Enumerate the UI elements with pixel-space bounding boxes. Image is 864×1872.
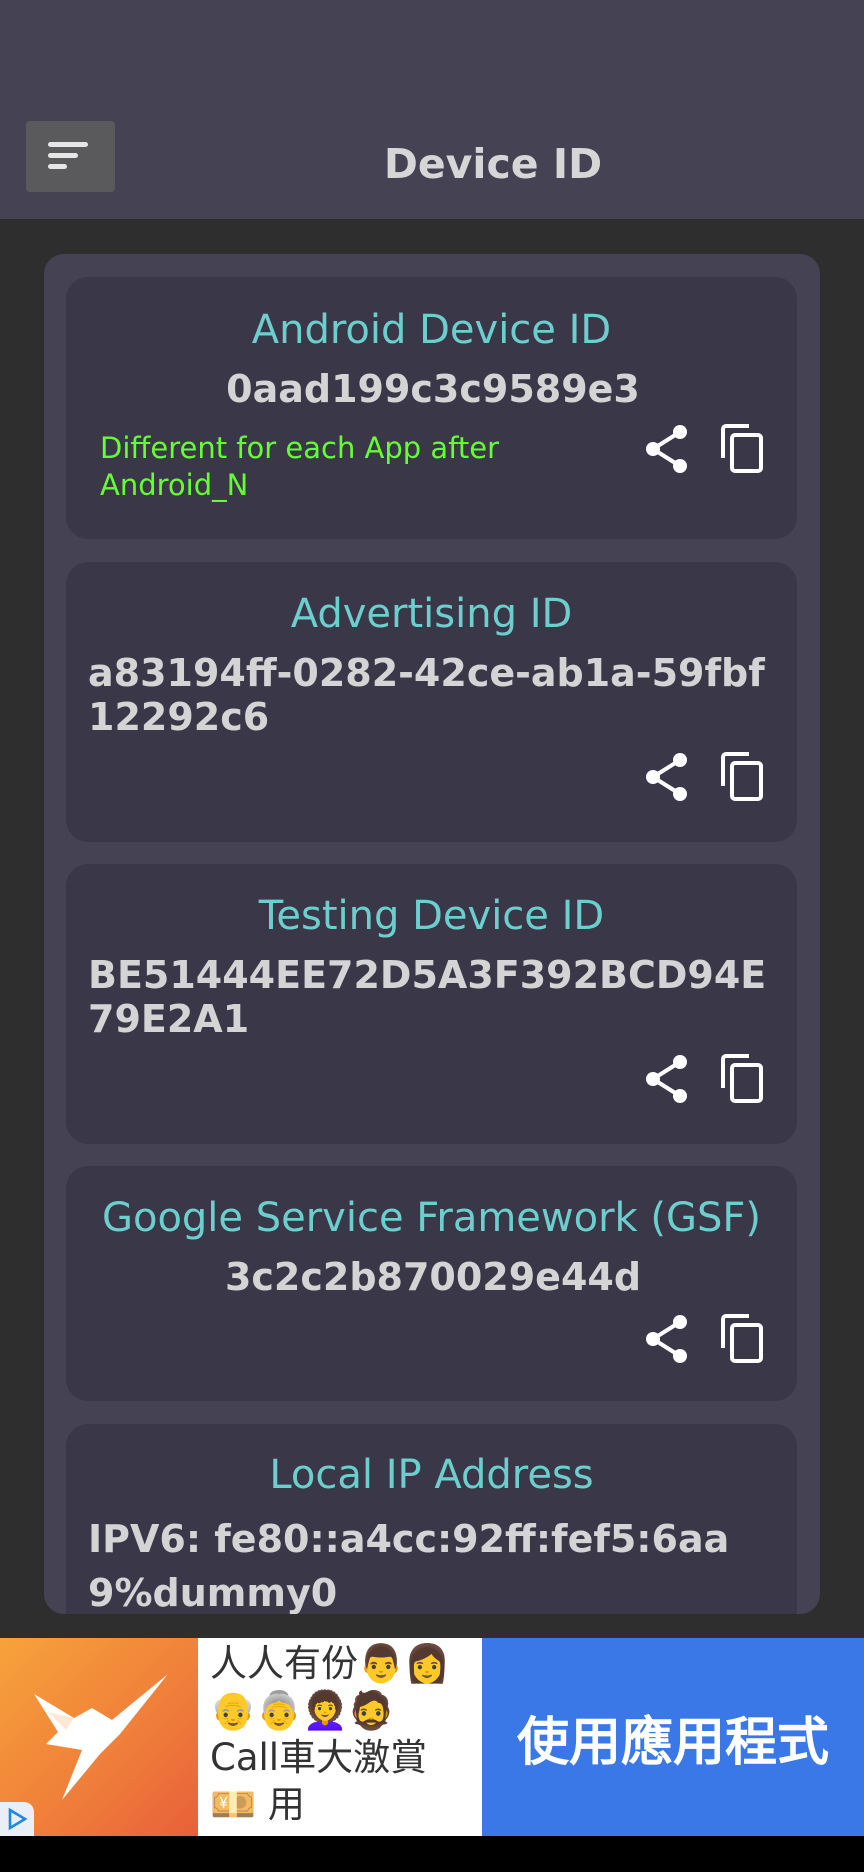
copy-icon bbox=[721, 752, 763, 801]
card-value: 0aad199c3c9589e3 bbox=[226, 367, 640, 411]
id-list[interactable]: Android Device ID 0aad199c3c9589e3 Diffe… bbox=[44, 254, 820, 1614]
copy-icon bbox=[721, 424, 763, 473]
share-button[interactable] bbox=[639, 749, 695, 805]
android-device-id-card: Android Device ID 0aad199c3c9589e3 Diffe… bbox=[66, 277, 797, 539]
ad-cta-button[interactable]: 使用應用程式 bbox=[482, 1638, 864, 1836]
card-value: IPV6: fe80::a4cc:92ff:fef5:6aa9%dummy0 bbox=[88, 1517, 730, 1614]
share-button[interactable] bbox=[639, 1311, 695, 1367]
ad-text: 人人有份👨👩👴👵👩‍🦱🧔 Call車大激賞 💴 用 bbox=[210, 1642, 451, 1826]
app-screen: Device ID Android Device ID 0aad199c3c95… bbox=[0, 0, 864, 1638]
card-value: 3c2c2b870029e44d bbox=[224, 1255, 642, 1299]
testing-device-id-card: Testing Device ID BE51444EE72D5A3F392BCD… bbox=[66, 864, 797, 1144]
app-header: Device ID bbox=[0, 0, 864, 219]
system-nav-bar bbox=[0, 1836, 864, 1872]
card-title: Android Device ID bbox=[251, 307, 612, 353]
share-icon bbox=[646, 1055, 687, 1103]
page-title: Device ID bbox=[383, 140, 603, 188]
card-value: BE51444EE72D5A3F392BCD94E79E2A1 bbox=[88, 953, 767, 1041]
card-title: Google Service Framework (GSF) bbox=[101, 1195, 762, 1241]
card-title: Testing Device ID bbox=[258, 893, 605, 939]
copy-button[interactable] bbox=[714, 749, 770, 805]
ad-choices-icon bbox=[8, 1807, 28, 1831]
share-icon bbox=[646, 425, 687, 473]
card-title: Local IP Address bbox=[269, 1452, 594, 1498]
gsf-id-card: Google Service Framework (GSF) 3c2c2b870… bbox=[66, 1166, 797, 1401]
copy-button[interactable] bbox=[714, 421, 770, 477]
ad-banner[interactable]: 人人有份👨👩👴👵👩‍🦱🧔 Call車大激賞 💴 用 使用應用程式 bbox=[0, 1638, 864, 1836]
copy-button[interactable] bbox=[714, 1051, 770, 1107]
share-button[interactable] bbox=[639, 421, 695, 477]
local-ip-card: Local IP Address IPV6: fe80::a4cc:92ff:f… bbox=[66, 1424, 797, 1614]
copy-button[interactable] bbox=[714, 1311, 770, 1367]
card-value: a83194ff-0282-42ce-ab1a-59fbf12292c6 bbox=[88, 651, 765, 739]
card-note: Different for each App after Android_N bbox=[100, 431, 500, 502]
copy-icon bbox=[721, 1314, 763, 1363]
share-button[interactable] bbox=[639, 1051, 695, 1107]
share-icon bbox=[646, 753, 687, 801]
card-title: Advertising ID bbox=[290, 591, 573, 637]
ad-choices-button[interactable] bbox=[0, 1802, 34, 1836]
advertising-id-card: Advertising ID a83194ff-0282-42ce-ab1a-5… bbox=[66, 562, 797, 842]
ad-logo[interactable] bbox=[0, 1638, 198, 1836]
copy-icon bbox=[721, 1054, 763, 1103]
share-icon bbox=[646, 1315, 687, 1363]
